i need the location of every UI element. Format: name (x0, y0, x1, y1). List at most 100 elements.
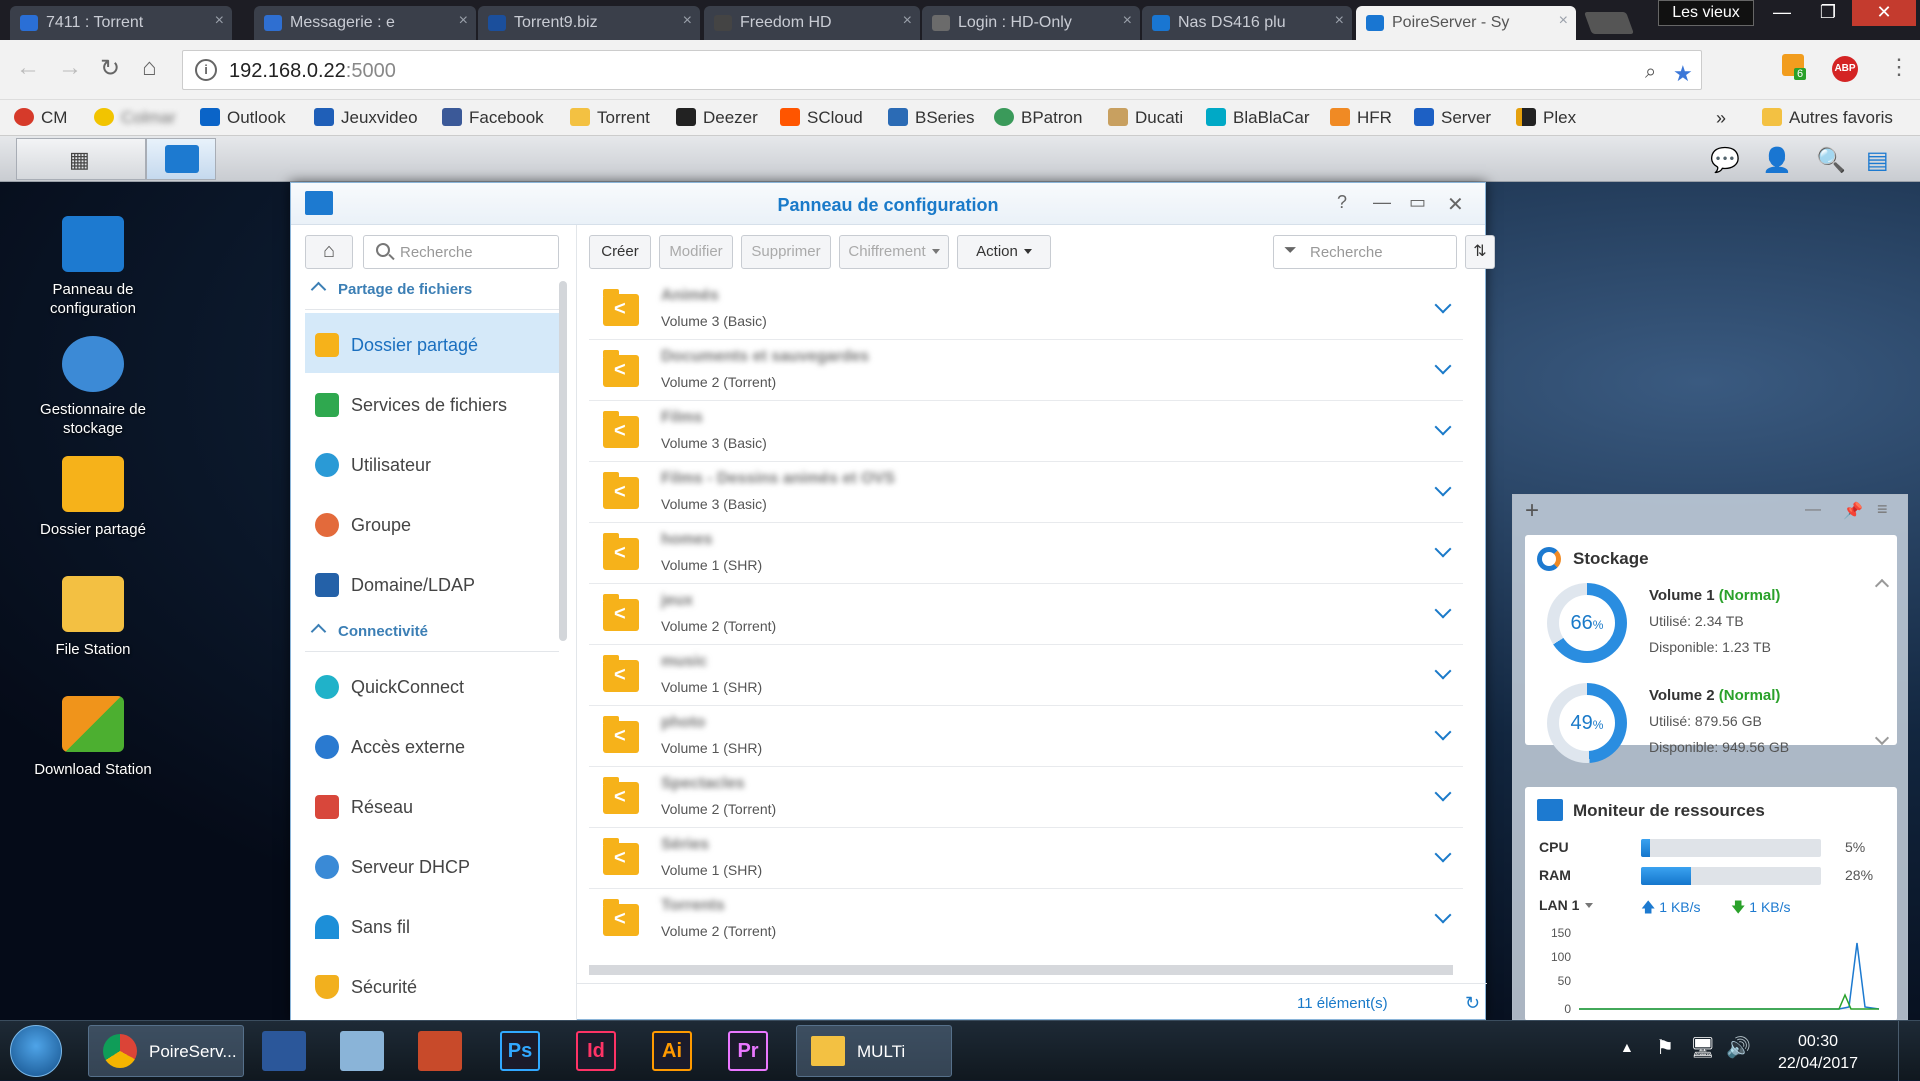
sort-button[interactable]: ⇅ (1465, 235, 1495, 269)
user-icon[interactable]: 👤 (1762, 146, 1792, 175)
minimize-icon[interactable]: — (1760, 0, 1804, 26)
chevron-down-icon[interactable] (1434, 418, 1452, 436)
taskbar-chrome-button[interactable]: PoireServ... (88, 1025, 244, 1077)
horizontal-scrollbar[interactable] (589, 965, 1453, 975)
shared-folder-row[interactable]: Films Volume 3 (Basic) (589, 401, 1463, 462)
show-desktop-button[interactable] (1898, 1021, 1918, 1081)
bookmark-item[interactable]: Ducati (1108, 108, 1183, 128)
action-dropdown[interactable]: Action (957, 235, 1051, 269)
chevron-down-icon[interactable] (1434, 357, 1452, 375)
site-info-icon[interactable]: i (195, 59, 217, 81)
word-icon[interactable] (262, 1031, 306, 1071)
close-icon[interactable]: ✕ (1447, 192, 1464, 217)
minimize-icon[interactable]: — (1373, 192, 1391, 213)
shared-folder-row[interactable]: Films - Dessins animés et OVS Volume 3 (B… (589, 462, 1463, 523)
browser-tab-active[interactable]: PoireServer - Sy × (1356, 6, 1576, 40)
bookmark-item[interactable]: Colmar (94, 108, 176, 128)
action-center-flag-icon[interactable]: ⚑ (1656, 1035, 1674, 1060)
back-icon[interactable]: ← (16, 54, 40, 82)
shared-folder-row[interactable]: homes Volume 1 (SHR) (589, 523, 1463, 584)
zoom-icon[interactable]: ⌕ (1645, 61, 1656, 84)
forward-icon[interactable]: → (58, 54, 82, 82)
adblock-icon[interactable]: ABP (1832, 56, 1858, 82)
close-icon[interactable]: × (1123, 12, 1132, 30)
new-tab-button[interactable] (1583, 12, 1635, 34)
sidebar-item-quickconnect[interactable]: QuickConnect (305, 655, 559, 715)
chevron-down-icon[interactable] (1434, 784, 1452, 802)
chevron-down-icon[interactable] (1434, 296, 1452, 314)
sidebar-item-wireless[interactable]: Sans fil (305, 895, 559, 955)
section-header-connectivity[interactable]: Connectivité (313, 623, 428, 640)
winrar-icon[interactable] (418, 1031, 462, 1071)
bookmark-item[interactable]: BlaBlaCar (1206, 108, 1310, 128)
chevron-down-icon[interactable] (1434, 906, 1452, 924)
shared-folder-row[interactable]: Spectacles Volume 2 (Torrent) (589, 767, 1463, 828)
menu-icon[interactable]: ⋮ (1888, 54, 1910, 80)
sidebar-item-external-access[interactable]: Accès externe (305, 715, 559, 775)
encryption-dropdown[interactable]: Chiffrement (839, 235, 949, 269)
sidebar-item-user[interactable]: Utilisateur (305, 433, 559, 493)
browser-tab[interactable]: Torrent9.biz × (478, 6, 700, 40)
chevron-down-icon[interactable] (1434, 723, 1452, 741)
chevron-down-icon[interactable] (1434, 601, 1452, 619)
widgets-icon[interactable]: ▤ (1866, 146, 1889, 175)
shared-folder-row[interactable]: photo Volume 1 (SHR) (589, 706, 1463, 767)
section-header-file-sharing[interactable]: Partage de fichiers (313, 281, 472, 298)
explorer-icon[interactable] (340, 1031, 384, 1071)
desktop-icon-control-panel[interactable]: Panneau de configuration (18, 216, 168, 318)
chevron-up-icon[interactable] (1874, 578, 1890, 594)
shared-folder-row[interactable]: jeux Volume 2 (Torrent) (589, 584, 1463, 645)
add-widget-icon[interactable]: + (1525, 497, 1539, 525)
desktop-icon-storage-manager[interactable]: Gestionnaire de stockage (18, 336, 168, 438)
bookmark-item[interactable]: SCloud (780, 108, 863, 128)
bookmark-item[interactable]: Plex (1516, 108, 1576, 128)
close-icon[interactable]: × (459, 12, 468, 30)
close-icon[interactable]: × (903, 12, 912, 30)
shared-folder-row[interactable]: Documents et sauvegardes Volume 2 (Torren… (589, 340, 1463, 401)
taskbar-folder-button[interactable]: MULTi (796, 1025, 952, 1077)
browser-tab[interactable]: Messagerie : e × (254, 6, 476, 40)
delete-button[interactable]: Supprimer (741, 235, 831, 269)
sidebar-item-security[interactable]: Sécurité (305, 955, 559, 1015)
filter-search-input[interactable]: ⏷ Recherche (1273, 235, 1457, 269)
chevron-down-icon[interactable] (1434, 845, 1452, 863)
indesign-icon[interactable]: Id (576, 1031, 616, 1071)
sidebar-item-dhcp-server[interactable]: Serveur DHCP (305, 835, 559, 895)
bookmark-star-icon[interactable]: ★ (1673, 61, 1693, 87)
desktop-icon-download-station[interactable]: Download Station (18, 696, 168, 779)
refresh-icon[interactable]: ↻ (1465, 993, 1480, 1014)
bookmark-item[interactable]: Deezer (676, 108, 758, 128)
sidebar-item-shared-folder[interactable]: Dossier partagé (305, 313, 559, 373)
photoshop-icon[interactable]: Ps (500, 1031, 540, 1071)
bookmark-item[interactable]: CM (14, 108, 67, 128)
shared-folder-row[interactable]: Séries Volume 1 (SHR) (589, 828, 1463, 889)
chevron-down-icon[interactable] (1434, 479, 1452, 497)
bookmark-item[interactable]: Jeuxvideo (314, 108, 418, 128)
shared-folder-row[interactable]: music Volume 1 (SHR) (589, 645, 1463, 706)
sidebar-item-file-services[interactable]: Services de fichiers (305, 373, 559, 433)
premiere-icon[interactable]: Pr (728, 1031, 768, 1071)
close-icon[interactable]: × (1335, 12, 1344, 30)
sidebar-item-group[interactable]: Groupe (305, 493, 559, 553)
widget-menu-icon[interactable]: ≡ (1877, 499, 1888, 520)
minimize-icon[interactable]: — (1805, 501, 1821, 519)
network-icon[interactable]: 🖥 (1690, 1035, 1715, 1060)
sidebar-item-network[interactable]: Réseau (305, 775, 559, 835)
main-menu-button[interactable]: ▦ (16, 138, 146, 180)
pin-icon[interactable]: 📌 (1843, 501, 1863, 521)
restore-icon[interactable]: ❐ (1806, 0, 1850, 26)
bookmark-item[interactable]: Server (1414, 108, 1491, 128)
bookmark-item[interactable]: Torrent (570, 108, 650, 128)
bookmark-item[interactable]: Facebook (442, 108, 544, 128)
desktop-icon-file-station[interactable]: File Station (18, 576, 168, 659)
bookmark-item[interactable]: HFR (1330, 108, 1392, 128)
other-bookmarks-folder[interactable]: Autres favoris (1762, 108, 1893, 128)
browser-tab[interactable]: Freedom HD × (704, 6, 920, 40)
sidebar-item-domain-ldap[interactable]: Domaine/LDAP (305, 553, 559, 613)
bookmark-item[interactable]: BSeries (888, 108, 975, 128)
reload-icon[interactable]: ↻ (100, 54, 120, 83)
bookmark-item[interactable]: Outlook (200, 108, 286, 128)
home-icon[interactable]: ⌂ (142, 54, 157, 82)
create-button[interactable]: Créer (589, 235, 651, 269)
close-icon[interactable]: × (215, 12, 224, 30)
